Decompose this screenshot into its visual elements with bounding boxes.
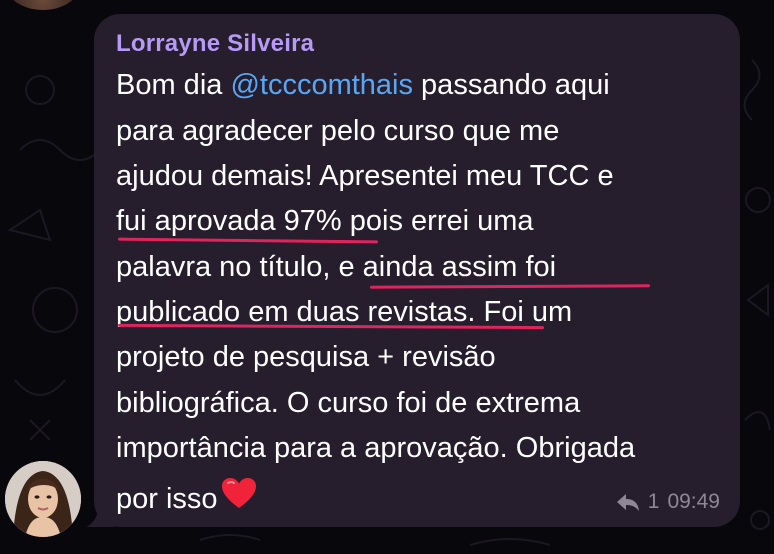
message-line-7: projeto de pesquisa + revisão <box>116 341 496 373</box>
message-line-9: importância para a aprovação. Obrigada <box>116 432 636 464</box>
reply-arrow-icon[interactable] <box>616 492 640 512</box>
message-line-5: palavra no título, e ainda assim foi <box>116 251 557 283</box>
mention-link[interactable]: @tcccomthais <box>230 69 413 101</box>
avatar[interactable] <box>5 461 81 537</box>
sender-name[interactable]: Lorrayne Silveira <box>116 30 314 58</box>
message-meta: 1 09:49 <box>616 490 720 514</box>
message-line-10: por isso <box>116 476 258 516</box>
message-line-8: bibliográfica. O curso foi de extrema <box>116 387 581 419</box>
message-line-2: para agradecer pelo curso que me <box>116 115 560 147</box>
avatar-photo <box>5 461 81 537</box>
message-line-4: fui aprovada 97% pois errei uma <box>116 205 534 237</box>
timestamp: 09:49 <box>667 490 720 513</box>
message-text: Bom dia <box>116 69 231 101</box>
message-line-1: Bom dia @tcccomthais passando aqui <box>116 68 610 102</box>
message-line-3: ajudou demais! Apresentei meu TCC e <box>116 160 614 192</box>
reply-count[interactable]: 1 <box>648 490 660 514</box>
message-text: passando aqui <box>413 69 610 101</box>
message-text: por isso <box>116 483 218 515</box>
red-heart-icon <box>221 478 256 508</box>
